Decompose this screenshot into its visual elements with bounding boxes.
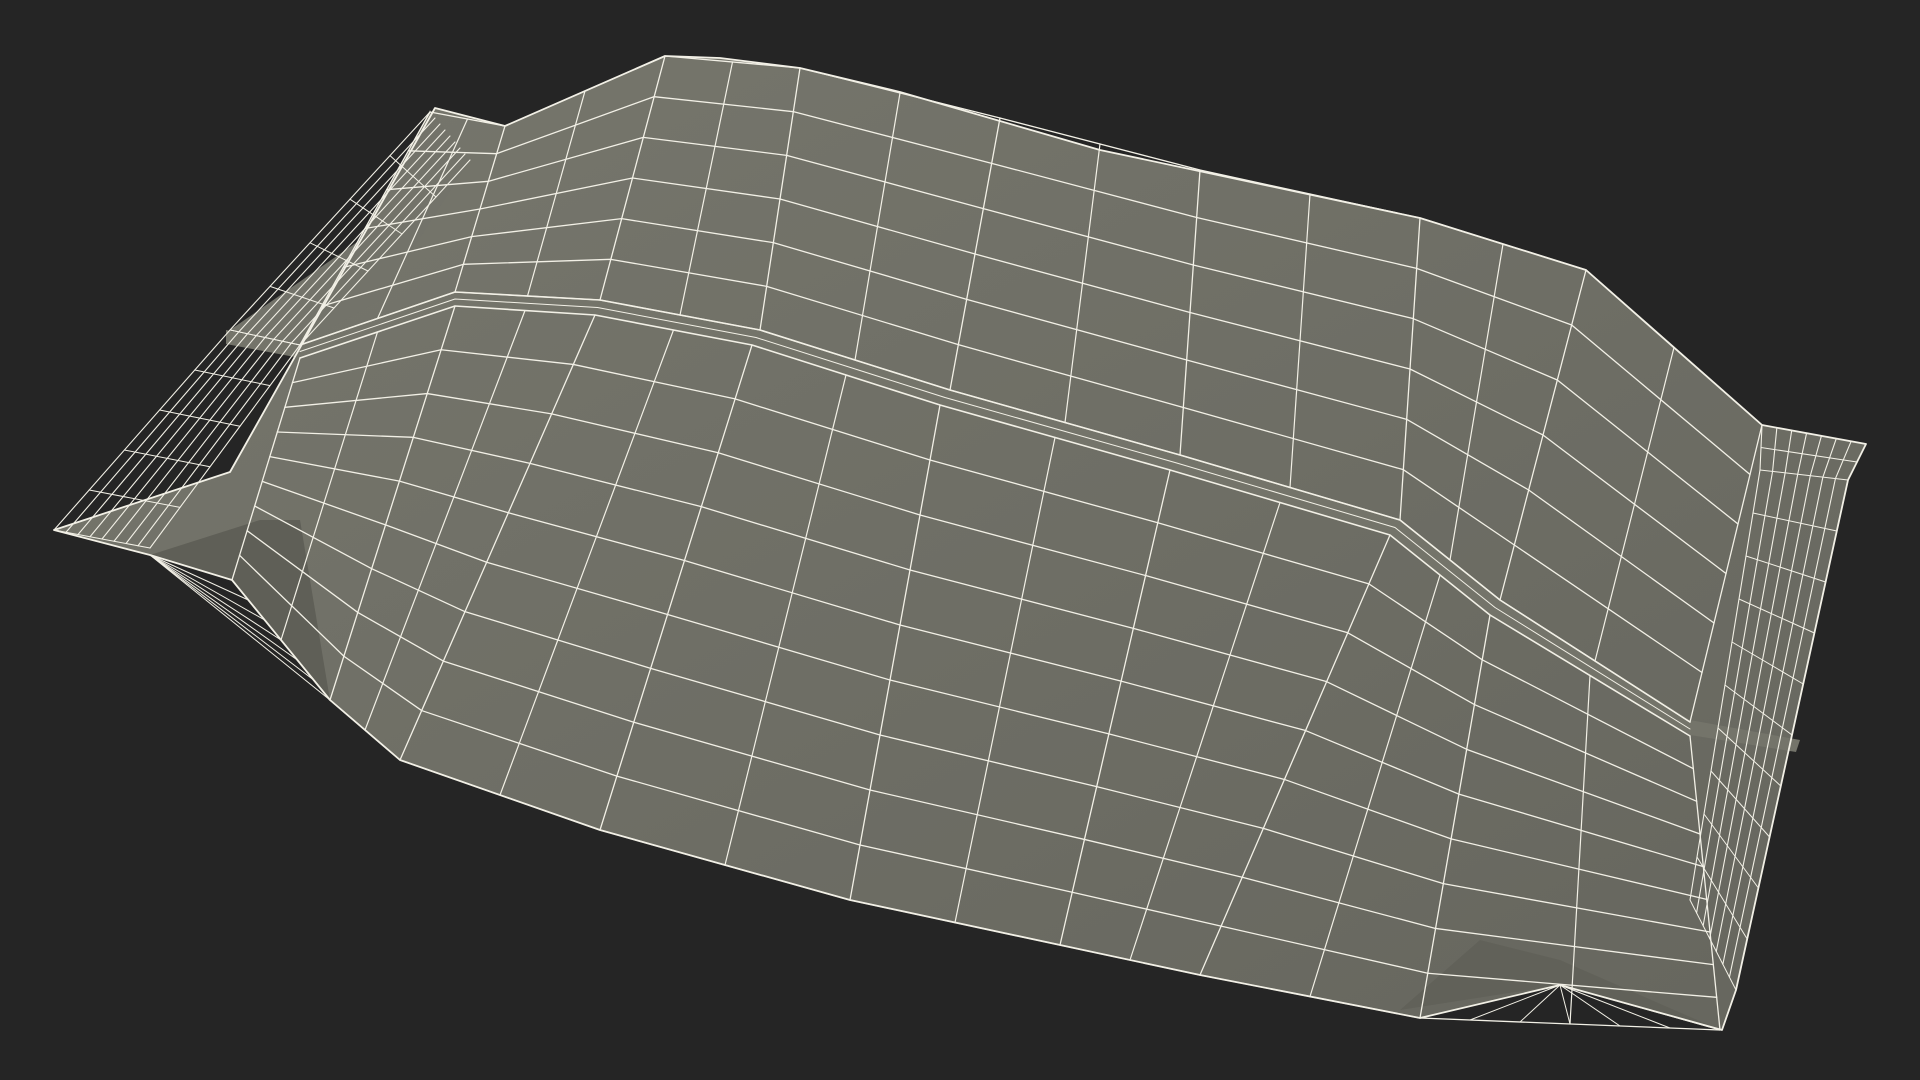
wireframe-render [53, 55, 1867, 1031]
render-viewport [0, 0, 1920, 1080]
left-underside [150, 520, 330, 700]
